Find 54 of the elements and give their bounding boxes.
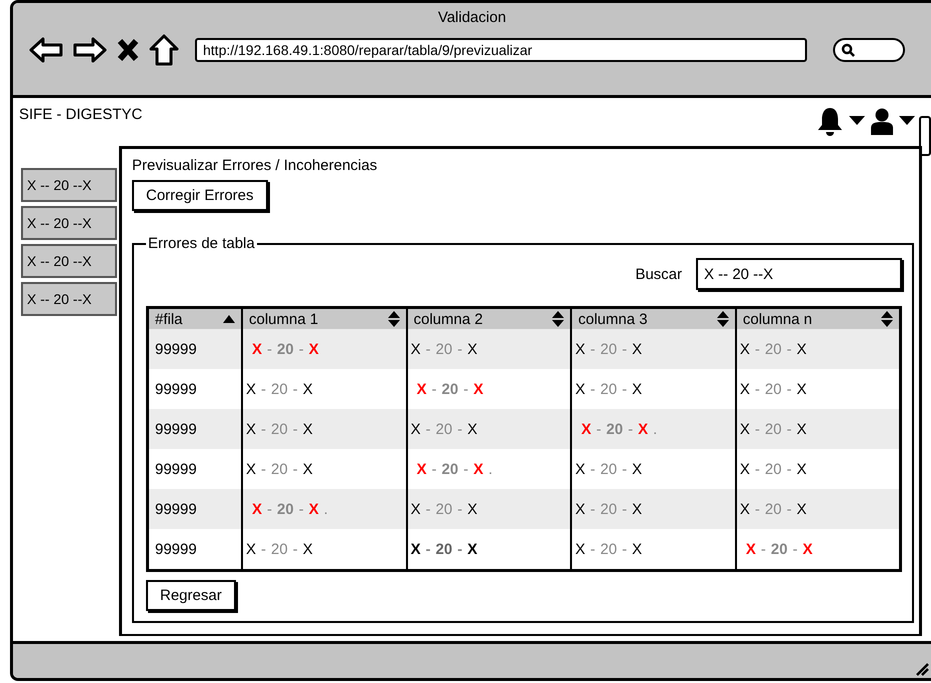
search-label: Buscar xyxy=(635,266,682,282)
table-cell: 99999 xyxy=(148,329,242,369)
table-cell: X - 20 - X xyxy=(406,529,572,570)
table-cell: X - 20 - X xyxy=(736,529,900,570)
sort-icon[interactable] xyxy=(716,311,729,327)
window-title: Validacion xyxy=(438,9,506,26)
sort-icon[interactable] xyxy=(881,311,893,327)
table-cell: X - 20 - X xyxy=(571,329,736,369)
table-cell: X - 20 - X . xyxy=(242,489,407,529)
scrollbar[interactable] xyxy=(919,116,931,156)
sort-ascending-icon[interactable] xyxy=(223,315,235,323)
back-arrow-icon[interactable] xyxy=(29,36,63,64)
sidebar-item[interactable]: X -- 20 --X xyxy=(21,282,117,316)
table-cell: 99999 xyxy=(148,529,242,570)
app-brand: SIFE - DIGESTYC xyxy=(19,106,142,123)
caret-icon[interactable] xyxy=(849,116,865,126)
sidebar-item[interactable]: X -- 20 --X xyxy=(21,244,117,278)
back-button[interactable]: Regresar xyxy=(146,580,236,611)
sort-icon[interactable] xyxy=(388,311,400,327)
table-cell: X - 20 - X xyxy=(571,529,736,570)
column-header[interactable]: columna 2 xyxy=(406,308,572,329)
table-cell: X - 20 - X xyxy=(242,329,407,369)
column-header[interactable]: columna 3 xyxy=(571,308,736,329)
table-cell: X - 20 - X xyxy=(736,329,900,369)
table-cell: X - 20 - X xyxy=(242,529,407,570)
table-cell: 99999 xyxy=(148,409,242,449)
column-header[interactable]: #fila xyxy=(148,308,242,329)
sort-icon[interactable] xyxy=(552,311,564,327)
table-cell: 99999 xyxy=(148,489,242,529)
table-cell: X - 20 - X xyxy=(736,489,900,529)
user-icon[interactable] xyxy=(871,107,893,135)
table-cell: X - 20 - X xyxy=(736,409,900,449)
table-cell: X - 20 - X xyxy=(571,489,736,529)
url-field[interactable]: http://192.168.49.1:8080/reparar/tabla/9/previzualizar xyxy=(195,38,807,62)
table-cell: X - 20 - X xyxy=(242,409,407,449)
forward-arrow-icon[interactable] xyxy=(73,36,107,64)
caret-icon[interactable] xyxy=(899,116,915,126)
fix-errors-button[interactable]: Corregir Errores xyxy=(132,180,268,211)
sidebar-item[interactable]: X -- 20 --X xyxy=(21,168,117,202)
close-icon[interactable] xyxy=(117,38,139,62)
column-header[interactable]: columna 1 xyxy=(242,308,407,329)
bell-icon[interactable] xyxy=(817,106,843,136)
search-icon xyxy=(841,43,855,57)
table-cell: X - 20 - X xyxy=(406,489,572,529)
resize-grip-icon[interactable] xyxy=(915,662,929,676)
table-cell: X - 20 - X xyxy=(406,409,572,449)
search-field[interactable] xyxy=(833,38,905,62)
table-cell: X - 20 - X xyxy=(406,329,572,369)
sidebar-item[interactable]: X -- 20 --X xyxy=(21,206,117,240)
search-input[interactable]: X -- 20 --X xyxy=(696,258,902,290)
breadcrumb: Previsualizar Errores / Incoherencias xyxy=(132,157,378,174)
table-cell: X - 20 - X . xyxy=(571,409,736,449)
group-title: Errores de tabla xyxy=(147,235,256,252)
column-header[interactable]: columna n xyxy=(736,308,900,329)
